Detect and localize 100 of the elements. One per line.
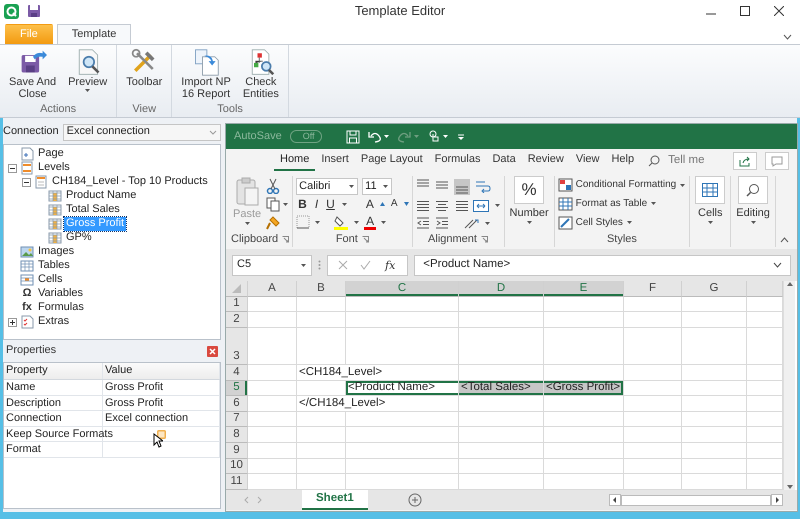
column-header[interactable]: E (544, 281, 624, 297)
scissors-icon[interactable] (266, 178, 280, 194)
tree-item[interactable]: Product Name (64, 189, 138, 203)
column-header[interactable]: G (682, 281, 747, 297)
name-box[interactable]: C5 (232, 254, 312, 276)
tree-item[interactable]: Cells (36, 273, 64, 287)
row-header[interactable]: 4 (226, 365, 248, 381)
ribbon-tab[interactable]: Insert (315, 151, 355, 171)
align-bottom-icon[interactable] (454, 178, 470, 195)
styles-menu-button[interactable]: Conditional Formatting (558, 178, 686, 192)
caret-icon[interactable] (340, 202, 348, 207)
row-header[interactable]: 9 (226, 443, 248, 459)
font-color-button[interactable]: A (364, 214, 376, 230)
scroll-right-icon[interactable] (771, 494, 783, 506)
ribbon-tab[interactable]: Home (274, 151, 316, 171)
ribbon-button[interactable]: Save And Close (4, 48, 62, 103)
caret-icon[interactable] (484, 220, 491, 226)
tree-item[interactable]: GP% (64, 231, 94, 245)
save-icon[interactable] (346, 130, 360, 144)
undo-icon[interactable] (368, 130, 381, 143)
tree-item[interactable]: Formulas (36, 301, 86, 315)
align-left-icon[interactable] (416, 200, 430, 212)
column-header[interactable]: F (624, 281, 682, 297)
ribbon-tab[interactable]: Review (522, 151, 570, 171)
caret-icon[interactable] (494, 203, 501, 208)
column-header[interactable]: C (346, 281, 459, 297)
expand-icon[interactable] (8, 318, 17, 326)
styles-menu-button[interactable]: Format as Table (558, 196, 686, 211)
editing-button[interactable]: Editing (734, 176, 772, 232)
touch-icon[interactable] (428, 130, 440, 144)
row-header[interactable]: 3 (226, 328, 248, 365)
wrap-text-icon[interactable] (474, 178, 491, 193)
row-header[interactable]: 2 (226, 312, 248, 328)
tree-item[interactable]: Images (36, 245, 76, 259)
tree-item[interactable]: Extras (36, 315, 72, 329)
ribbon-tab[interactable]: Formulas (428, 151, 486, 171)
collapse-icon[interactable] (8, 164, 17, 172)
close-icon[interactable] (774, 6, 784, 16)
comments-button[interactable] (765, 152, 789, 170)
share-button[interactable] (733, 152, 757, 170)
caret-icon[interactable] (442, 134, 449, 139)
caret-icon[interactable] (380, 220, 388, 225)
column-header[interactable]: B (297, 281, 346, 297)
row-header[interactable]: 11 (226, 474, 248, 490)
scroll-left-icon[interactable] (609, 494, 621, 506)
app-logo-icon[interactable] (4, 4, 19, 18)
tree-item[interactable]: Total Sales (64, 203, 122, 217)
ribbon-tab[interactable]: Data (486, 151, 522, 171)
sheet-tab[interactable]: Sheet1 (302, 490, 368, 510)
dialog-launcher-icon[interactable] (480, 236, 488, 243)
row-header[interactable]: 8 (226, 427, 248, 443)
column-header[interactable]: D (459, 281, 544, 297)
borders-icon[interactable] (296, 215, 310, 230)
copy-icon[interactable] (266, 197, 280, 212)
fill-color-icon[interactable] (333, 214, 350, 230)
tree-item[interactable]: Tables (36, 259, 72, 273)
caret-icon[interactable] (314, 220, 322, 225)
align-center-icon[interactable] (434, 200, 449, 212)
merge-center-icon[interactable] (472, 200, 489, 212)
maximize-icon[interactable] (740, 6, 750, 16)
ribbon-button[interactable]: Preview (63, 48, 112, 103)
add-sheet-icon[interactable] (408, 493, 422, 507)
formula-field[interactable]: <Product Name> (414, 254, 791, 276)
align-middle-icon[interactable] (434, 178, 449, 191)
ribbon-button[interactable]: Toolbar (121, 48, 168, 103)
collapse-ribbon-icon[interactable] (783, 34, 792, 40)
ribbon-tab[interactable]: Page Layout (354, 151, 429, 171)
ribbon-button[interactable]: Import NP 16 Report (176, 48, 236, 103)
tree-item[interactable]: Variables (36, 287, 86, 301)
collapse-icon[interactable] (22, 178, 31, 186)
font-size-dropdown[interactable]: 11 (362, 178, 392, 195)
row-header[interactable]: 1 (226, 297, 248, 312)
orientation-icon[interactable] (462, 217, 479, 230)
tree-item[interactable]: CH184_Level - Top 10 Products (50, 175, 210, 189)
grow-font-button[interactable]: A (364, 198, 376, 210)
ribbon-tab[interactable]: Template (56, 24, 132, 44)
shrink-font-button[interactable]: A (388, 199, 400, 210)
checkbox[interactable] (156, 430, 166, 439)
collapse-ribbon-icon[interactable] (780, 237, 789, 243)
format-painter-icon[interactable] (266, 216, 280, 230)
align-right-icon[interactable] (454, 200, 468, 212)
font-style-button[interactable]: B (296, 198, 309, 210)
caret-icon[interactable] (282, 202, 290, 208)
tree-item[interactable]: Levels (36, 161, 72, 175)
tree-item[interactable]: Page (36, 147, 66, 161)
chevron-down-icon[interactable] (773, 262, 782, 268)
connection-dropdown[interactable]: Excel connection (62, 124, 221, 140)
row-header[interactable]: 6 (226, 396, 248, 412)
increase-indent-icon[interactable] (434, 217, 449, 230)
decrease-indent-icon[interactable] (416, 217, 430, 230)
tell-me-field[interactable]: Tell me (668, 154, 716, 168)
horizontal-scrollbar[interactable] (621, 494, 771, 506)
dialog-launcher-icon[interactable] (282, 236, 290, 243)
ribbon-button[interactable]: Check Entities (238, 48, 284, 103)
column-header[interactable]: A (248, 281, 297, 297)
font-style-button[interactable]: I (312, 198, 320, 210)
font-name-dropdown[interactable]: Calibri (296, 178, 358, 195)
caret-icon[interactable] (353, 220, 360, 225)
ribbon-tab[interactable]: Help (605, 151, 640, 171)
ribbon-tab[interactable]: View (570, 151, 606, 171)
